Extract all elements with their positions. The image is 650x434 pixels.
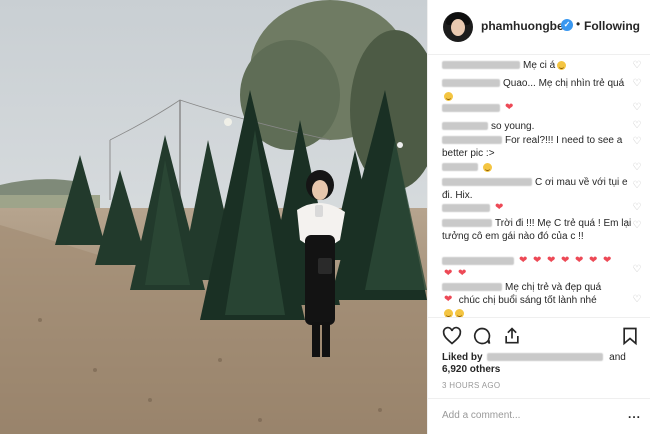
comment-item: ❤: [442, 102, 632, 115]
blurred-username[interactable]: [442, 283, 502, 292]
liked-by-label: Liked by: [442, 352, 483, 363]
smiling-face-icon: [483, 162, 492, 172]
smiling-face-icon: [444, 91, 453, 101]
red-heart-icon: ❤: [458, 268, 467, 280]
comment-like-icon[interactable]: ♡: [632, 295, 642, 305]
smiling-face-icon: [444, 308, 453, 317]
blurred-username[interactable]: [442, 104, 500, 113]
grinning-face-icon: [557, 60, 567, 70]
separator-dot: •: [576, 17, 581, 31]
comments-list[interactable]: Mẹ ci á ♡ Quao... Mẹ chị nhìn trẻ quá ♡ …: [428, 55, 650, 317]
comment-text: chúc chị buổi sáng tốt lành nhé: [458, 295, 597, 306]
comment-like-icon[interactable]: ♡: [632, 181, 642, 191]
username-link[interactable]: phamhuongbee: [481, 19, 570, 33]
comment-text: so young.: [491, 121, 535, 132]
comment-like-icon[interactable]: ♡: [632, 221, 642, 231]
smiling-face-icon: [455, 308, 464, 317]
comment-text: Quao... Mẹ chị nhìn trẻ quá: [503, 78, 625, 89]
comment-item: Mẹ ci á: [442, 59, 632, 72]
comment-item: Mẹ chị trẻ và đẹp quá ❤ chúc chị buổi sá…: [442, 281, 632, 317]
post-actions: Liked by and 6,920 others 3 HOURS AGO Ad…: [428, 317, 650, 434]
liked-by-line: Liked by and: [442, 351, 642, 364]
post-sidebar: phamhuongbee ✓ • Following Mẹ ci á ♡ Qua…: [427, 0, 650, 434]
red-heart-icon: ❤: [505, 102, 514, 114]
add-comment-input[interactable]: Add a comment...: [442, 410, 520, 421]
christmas-tree-farm-photo: [0, 0, 427, 434]
blurred-username[interactable]: [487, 353, 604, 362]
blurred-username[interactable]: [442, 204, 490, 213]
comment-like-icon[interactable]: ♡: [632, 103, 642, 113]
add-comment-bar: Add a comment... ...: [428, 398, 650, 434]
blurred-username[interactable]: [442, 122, 488, 131]
comment-bubble-icon[interactable]: [472, 326, 492, 346]
blurred-username[interactable]: [442, 257, 514, 266]
red-heart-icon: ❤: [444, 294, 453, 306]
red-heart-icon: ❤: [603, 255, 612, 267]
blurred-username[interactable]: [442, 163, 478, 172]
red-heart-icon: ❤: [575, 255, 584, 267]
following-button[interactable]: Following: [584, 19, 640, 33]
comment-item: Trời đi !!! Mẹ C trẻ quá ! Em lại tưởng …: [442, 217, 632, 243]
comment-like-icon[interactable]: ♡: [632, 163, 642, 173]
verified-badge-icon: ✓: [561, 19, 573, 31]
more-options-button[interactable]: ...: [628, 407, 641, 421]
avatar[interactable]: [443, 12, 473, 42]
post-photo[interactable]: [0, 0, 427, 434]
comment-text: Mẹ chị trẻ và đẹp quá: [505, 282, 602, 293]
comment-item: ❤: [442, 202, 632, 215]
red-heart-icon: ❤: [561, 255, 570, 267]
comment-like-icon[interactable]: ♡: [632, 137, 642, 147]
share-icon[interactable]: [502, 326, 522, 346]
liked-by-and: and: [609, 352, 626, 363]
comment-like-icon[interactable]: ♡: [632, 121, 642, 131]
blurred-username[interactable]: [442, 178, 532, 187]
comment-item: C ơi mau về với tụi e đi. Hix.: [442, 176, 632, 202]
comment-like-icon[interactable]: ♡: [632, 265, 642, 275]
blurred-username[interactable]: [442, 136, 502, 145]
comment-like-icon[interactable]: ♡: [632, 203, 642, 213]
comment-item: Quao... Mẹ chị nhìn trẻ quá: [442, 77, 632, 103]
post-header: phamhuongbee ✓ • Following: [428, 0, 650, 55]
comment-item: [442, 161, 632, 174]
like-heart-icon[interactable]: [442, 326, 462, 346]
post-timestamp[interactable]: 3 HOURS AGO: [442, 381, 500, 390]
bookmark-icon[interactable]: [620, 326, 640, 346]
red-heart-icon: ❤: [495, 202, 504, 214]
comment-item: so young.: [442, 120, 632, 133]
likes-count-link[interactable]: 6,920 others: [442, 364, 500, 375]
comment-item: For real?!!! I need to see a better pic …: [442, 134, 632, 160]
blurred-username[interactable]: [442, 61, 520, 70]
red-heart-icon: ❤: [444, 268, 453, 280]
comment-item: ❤ ❤ ❤ ❤ ❤ ❤ ❤ ❤ ❤: [442, 255, 632, 281]
comment-text: Mẹ ci á: [523, 60, 556, 71]
red-heart-icon: ❤: [533, 255, 542, 267]
blurred-username[interactable]: [442, 219, 492, 228]
red-heart-icon: ❤: [519, 255, 528, 267]
red-heart-icon: ❤: [547, 255, 556, 267]
red-heart-icon: ❤: [589, 255, 598, 267]
blurred-username[interactable]: [442, 79, 500, 88]
comment-like-icon[interactable]: ♡: [632, 61, 642, 71]
comment-like-icon[interactable]: ♡: [632, 79, 642, 89]
